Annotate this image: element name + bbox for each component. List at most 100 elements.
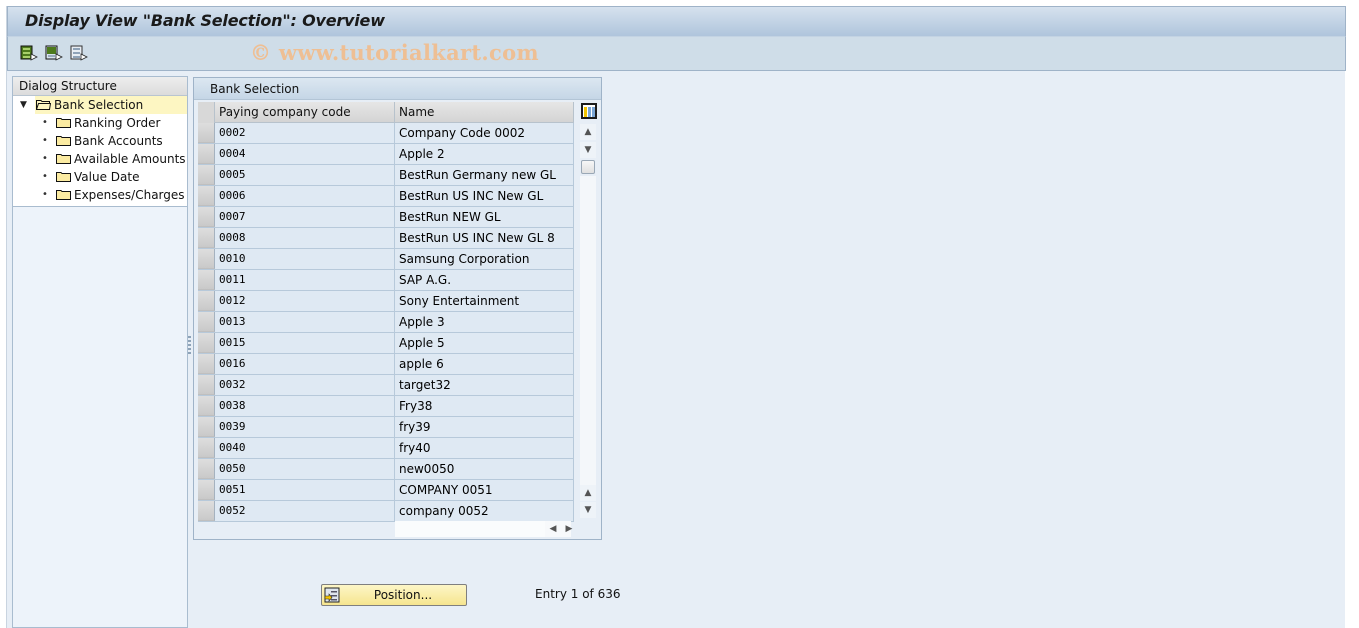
cell-name: BestRun US INC New GL 8 — [395, 228, 574, 248]
tree-node-available-amounts[interactable]: • Available Amounts — [13, 150, 187, 168]
cell-paying-company-code: 0032 — [215, 375, 395, 395]
row-selector[interactable] — [198, 501, 215, 521]
bank-selection-table-control: Bank Selection Paying company code Name … — [193, 77, 602, 540]
scroll-up-icon[interactable]: ▲ — [580, 485, 596, 501]
folder-icon — [56, 172, 71, 182]
column-configuration-button[interactable] — [581, 103, 597, 119]
bullet-icon: • — [42, 171, 48, 182]
tree-node-bank-selection[interactable]: ▼ Bank Selection — [13, 96, 187, 114]
table-row[interactable]: 0011 SAP A.G. — [198, 270, 574, 291]
scroll-page-down-icon[interactable]: ▼ — [580, 142, 596, 158]
row-selector[interactable] — [198, 186, 215, 206]
table-row[interactable]: 0040 fry40 — [198, 438, 574, 459]
table-row[interactable]: 0032 target32 — [198, 375, 574, 396]
table-row[interactable]: 0051 COMPANY 0051 — [198, 480, 574, 501]
row-selector[interactable] — [198, 438, 215, 458]
table-row[interactable]: 0002 Company Code 0002 — [198, 123, 574, 144]
row-selector[interactable] — [198, 249, 215, 269]
row-selector[interactable] — [198, 480, 215, 500]
cell-paying-company-code: 0010 — [215, 249, 395, 269]
scroll-page-up-icon[interactable]: ▲ — [580, 124, 596, 140]
table-row[interactable]: 0015 Apple 5 — [198, 333, 574, 354]
row-selector[interactable] — [198, 291, 215, 311]
select-all-rows-corner[interactable] — [198, 102, 215, 123]
row-selector[interactable] — [198, 375, 215, 395]
horizontal-scrollbar[interactable]: ◀ ▶ — [395, 521, 572, 537]
page-title: Display View "Bank Selection": Overview — [25, 11, 385, 30]
cell-paying-company-code: 0052 — [215, 501, 395, 521]
select-block-icon — [45, 45, 63, 61]
panel-splitter-handle[interactable] — [188, 336, 192, 360]
dialog-structure-heading: Dialog Structure — [13, 77, 187, 96]
row-selector[interactable] — [198, 123, 215, 143]
cell-name: SAP A.G. — [395, 270, 574, 290]
cell-name: apple 6 — [395, 354, 574, 374]
select-all-button[interactable] — [20, 45, 38, 61]
table-header-row: Paying company code Name — [198, 102, 574, 123]
table-row[interactable]: 0052 company 0052 — [198, 501, 574, 522]
expand-triangle-icon[interactable]: ▼ — [20, 96, 27, 114]
row-selector[interactable] — [198, 207, 215, 227]
sap-window: Display View "Bank Selection": Overview — [6, 6, 1346, 628]
tree-node-ranking-order[interactable]: • Ranking Order — [13, 114, 187, 132]
scrollbar-thumb[interactable] — [581, 160, 595, 174]
row-selector[interactable] — [198, 459, 215, 479]
column-header-paying-company-code[interactable]: Paying company code — [215, 102, 395, 123]
row-selector[interactable] — [198, 165, 215, 185]
bullet-icon: • — [42, 117, 48, 128]
scroll-down-icon[interactable]: ▼ — [580, 502, 596, 518]
row-selector[interactable] — [198, 333, 215, 353]
cell-name: new0050 — [395, 459, 574, 479]
table-row[interactable]: 0008 BestRun US INC New GL 8 — [198, 228, 574, 249]
table-row[interactable]: 0006 BestRun US INC New GL — [198, 186, 574, 207]
row-selector[interactable] — [198, 417, 215, 437]
scroll-right-icon[interactable]: ▶ — [562, 521, 576, 537]
table-row[interactable]: 0010 Samsung Corporation — [198, 249, 574, 270]
column-header-name[interactable]: Name — [395, 102, 574, 123]
cell-paying-company-code: 0051 — [215, 480, 395, 500]
table-row[interactable]: 0039 fry39 — [198, 417, 574, 438]
tree-node-value-date[interactable]: • Value Date — [13, 168, 187, 186]
title-bar: Display View "Bank Selection": Overview — [7, 6, 1346, 37]
table-row[interactable]: 0012 Sony Entertainment — [198, 291, 574, 312]
row-selector[interactable] — [198, 354, 215, 374]
cell-name: BestRun Germany new GL — [395, 165, 574, 185]
row-selector[interactable] — [198, 228, 215, 248]
folder-icon — [56, 154, 71, 164]
horizontal-scroll-track[interactable] — [395, 521, 545, 537]
scrollbar-track[interactable] — [580, 176, 596, 492]
cell-paying-company-code: 0038 — [215, 396, 395, 416]
cell-name: BestRun US INC New GL — [395, 186, 574, 206]
cell-paying-company-code: 0039 — [215, 417, 395, 437]
table-row[interactable]: 0016 apple 6 — [198, 354, 574, 375]
cell-name: COMPANY 0051 — [395, 480, 574, 500]
table-title: Bank Selection — [194, 78, 601, 100]
deselect-all-button[interactable] — [70, 45, 88, 61]
scroll-left-icon[interactable]: ◀ — [546, 521, 560, 537]
row-selector[interactable] — [198, 312, 215, 332]
bullet-icon: • — [42, 153, 48, 164]
tree-node-label: Expenses/Charges — [74, 188, 185, 202]
table-row[interactable]: 0013 Apple 3 — [198, 312, 574, 333]
table-row[interactable]: 0007 BestRun NEW GL — [198, 207, 574, 228]
row-selector[interactable] — [198, 270, 215, 290]
table-row[interactable]: 0005 BestRun Germany new GL — [198, 165, 574, 186]
entry-counter: Entry 1 of 636 — [535, 587, 621, 601]
select-block-button[interactable] — [45, 45, 63, 61]
vertical-scrollbar[interactable]: ▲ ▼ ▲ ▼ — [578, 102, 598, 518]
tree-node-expenses-charges[interactable]: • Expenses/Charges — [13, 186, 187, 204]
cell-paying-company-code: 0050 — [215, 459, 395, 479]
cell-paying-company-code: 0008 — [215, 228, 395, 248]
cell-name: Fry38 — [395, 396, 574, 416]
cell-paying-company-code: 0040 — [215, 438, 395, 458]
position-button[interactable]: Position... — [321, 584, 467, 606]
tree-node-bank-accounts[interactable]: • Bank Accounts — [13, 132, 187, 150]
row-selector[interactable] — [198, 144, 215, 164]
cell-name: company 0052 — [395, 501, 574, 521]
table-row[interactable]: 0004 Apple 2 — [198, 144, 574, 165]
watermark: © www.tutorialkart.com — [250, 40, 539, 65]
table-row[interactable]: 0038 Fry38 — [198, 396, 574, 417]
row-selector[interactable] — [198, 396, 215, 416]
select-all-icon — [20, 45, 38, 61]
table-row[interactable]: 0050 new0050 — [198, 459, 574, 480]
